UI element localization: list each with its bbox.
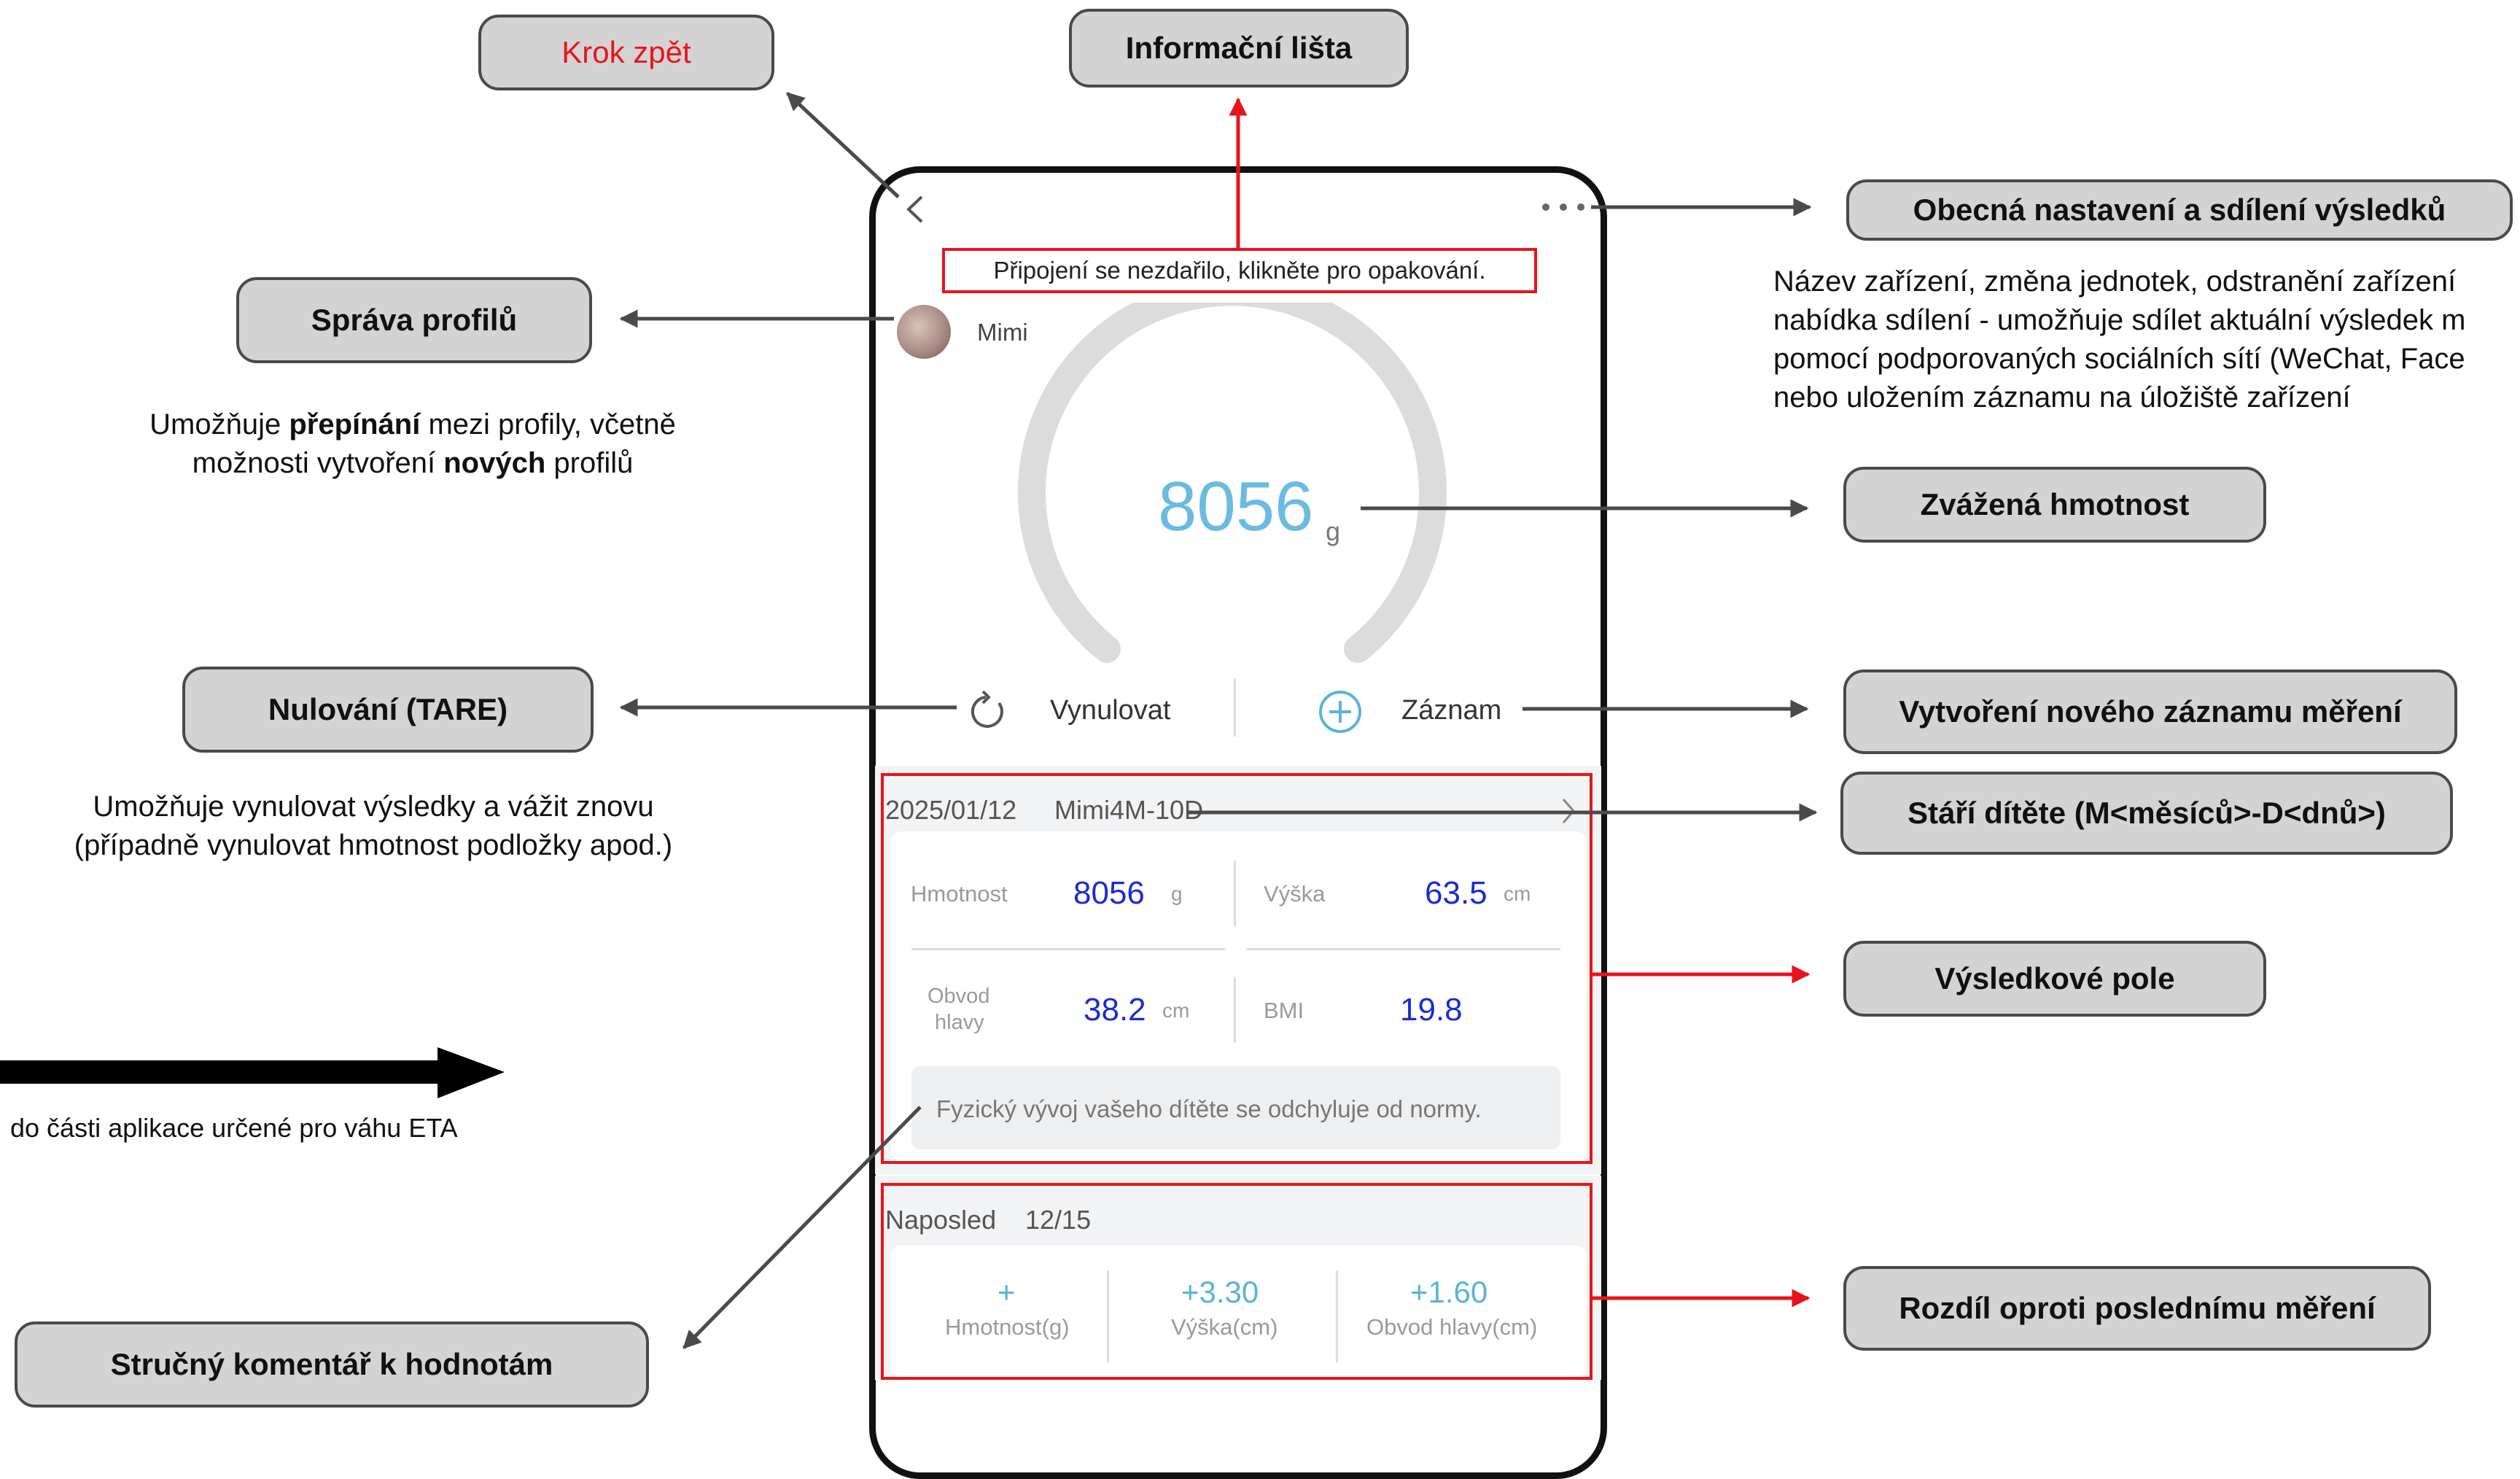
tare-desc-line: (případně vynulovat hmotnost podložky ap… [74, 829, 673, 861]
comment-arrow [682, 1106, 922, 1349]
callout-comment: Stručný komentář k hodnotám [15, 1321, 649, 1408]
callout-difference: Rozdíl oproti poslednímu měření [1843, 1266, 2431, 1351]
text-segment: Umožňuje [149, 408, 289, 440]
callout-profiles: Správa profilů [236, 277, 592, 363]
tare-desc-line: Umožňuje vynulovat výsledky a vážit znov… [93, 791, 654, 823]
text-segment: mezi profily, včetně [420, 408, 676, 440]
callout-weighed: Zvážená hmotnost [1843, 467, 2266, 543]
settings-description: Název zařízení, změna jednotek, odstraně… [1773, 263, 2465, 417]
callout-general-settings: Obecná nastavení a sdílení výsledků [1846, 179, 2513, 241]
settings-desc-line: pomocí podporovaných sociálních sítí (We… [1773, 343, 2465, 375]
bold-segment: přepínání [289, 408, 421, 440]
tare-description: Umožňuje vynulovat výsledky a vážit znov… [29, 788, 718, 865]
settings-desc-line: Název zařízení, změna jednotek, odstraně… [1773, 265, 2457, 298]
settings-desc-line: nebo uložením záznamu na úložiště zaříze… [1773, 381, 2351, 414]
callout-info-bar: Informační lišta [1069, 9, 1409, 88]
eta-arrow-shaft [0, 1060, 445, 1084]
callout-results: Výsledkové pole [1843, 941, 2266, 1017]
callout-back: Krok zpět [478, 15, 774, 90]
bold-segment: nových [443, 447, 546, 479]
profiles-description: Umožňuje přepínání mezi profily, včetně … [80, 405, 745, 483]
profiles-desc-line-1: Umožňuje přepínání mezi profily, včetně [80, 405, 745, 444]
text-segment: profilů [545, 447, 634, 479]
settings-desc-line: nabídka sdílení - umožňuje sdílet aktuál… [1773, 304, 2466, 336]
back-arrow [786, 92, 900, 198]
profiles-desc-line-2: možnosti vytvoření nových profilů [80, 444, 745, 483]
callout-new-record: Vytvoření nového záznamu měření [1843, 669, 2457, 754]
text-segment: možnosti vytvoření [192, 447, 444, 479]
eta-arrow-head [438, 1047, 505, 1098]
callout-tare: Nulování (TARE) [182, 667, 594, 753]
callout-child-age: Stáří dítěte (M<měsíců>-D<dnů>) [1840, 772, 2453, 855]
eta-note: do části aplikace určené pro váhu ETA [10, 1113, 458, 1143]
